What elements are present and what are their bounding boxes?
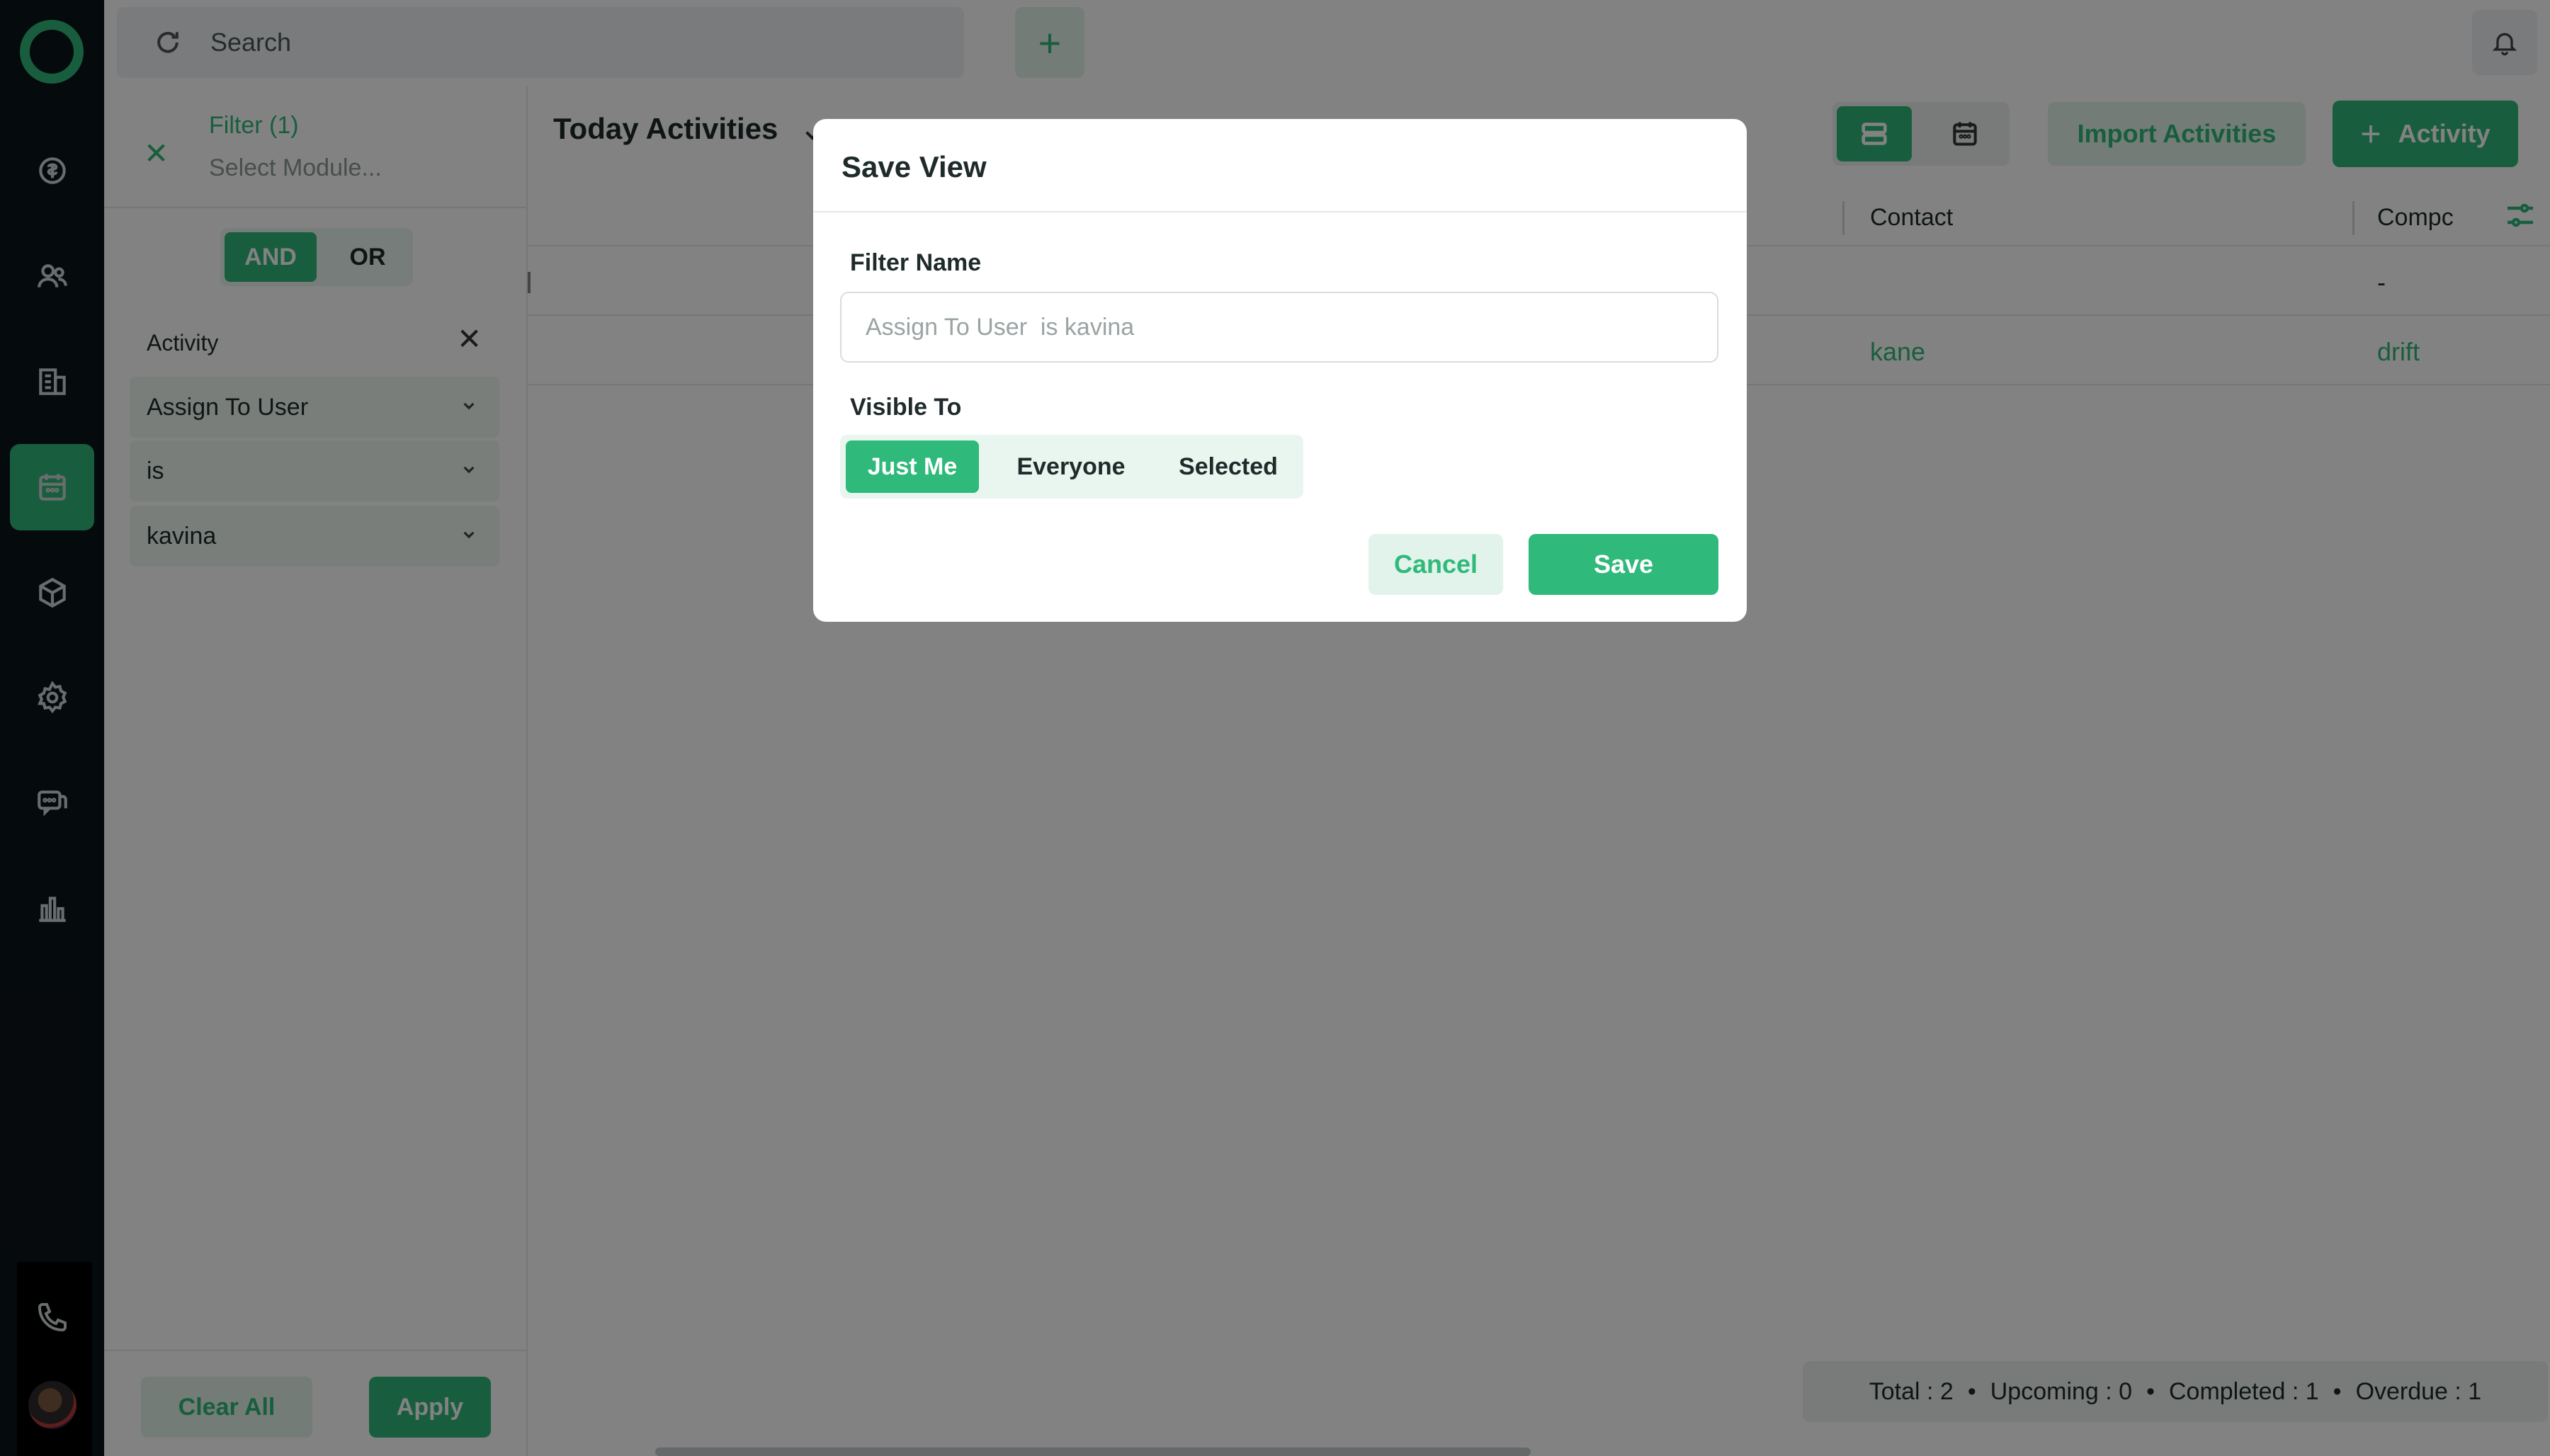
visible-just-me-option[interactable]: Just Me	[846, 440, 979, 493]
filter-name-label: Filter Name	[850, 249, 982, 276]
visible-everyone-option[interactable]: Everyone	[993, 440, 1149, 493]
filter-name-input[interactable]	[840, 292, 1718, 363]
save-view-modal: Save View Filter Name Visible To Just Me…	[813, 119, 1747, 622]
visible-to-label: Visible To	[850, 394, 962, 421]
modal-divider	[813, 211, 1747, 212]
visible-selected-option[interactable]: Selected	[1157, 440, 1299, 493]
cancel-button[interactable]: Cancel	[1368, 534, 1503, 595]
modal-title: Save View	[842, 150, 987, 183]
save-button[interactable]: Save	[1529, 534, 1718, 595]
visible-to-toggle: Just Me Everyone Selected	[840, 435, 1303, 499]
